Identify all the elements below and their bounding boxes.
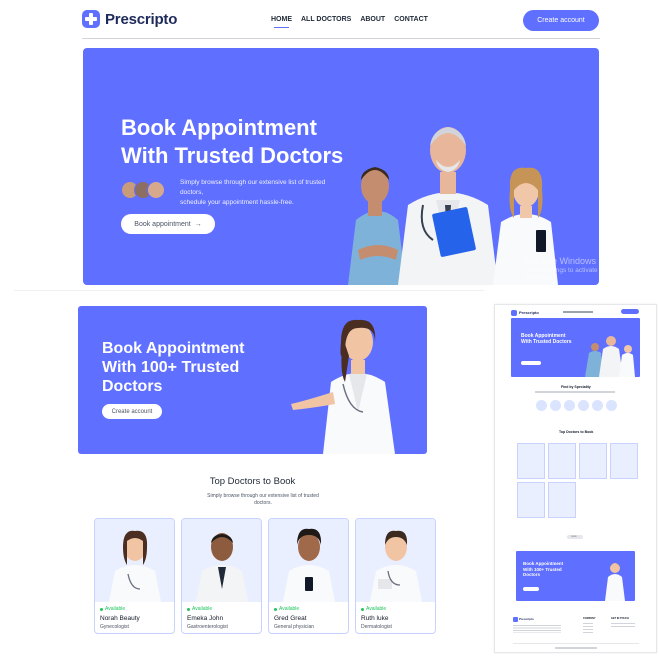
navbar-divider — [82, 38, 600, 39]
doctor-photo — [356, 519, 435, 602]
avatar — [147, 181, 165, 199]
nav-home[interactable]: HOME — [271, 16, 292, 28]
doctor-specialty: Dermatologist — [361, 624, 392, 630]
availability-badge: Available — [187, 606, 256, 612]
hero-subtitle: Simply browse through our extensive list… — [180, 178, 340, 208]
doctor-name: Ruth luke — [361, 615, 389, 622]
mini-banner-button — [523, 587, 539, 591]
doctor-card[interactable]: Available Ruth luke Dermatologist — [355, 518, 436, 634]
doctor-avatar-group — [121, 181, 165, 199]
mini-doctor-card — [548, 443, 576, 479]
mini-specialty-title: Find by Speciality — [561, 385, 591, 389]
mini-footer-contact: GET IN TOUCH — [611, 617, 629, 620]
mini-footer-company: COMPANY — [583, 617, 596, 620]
doctor-specialty: Gynecologist — [100, 624, 129, 630]
doctor-specialty: Gastroenterologist — [187, 624, 228, 630]
arrow-right-icon: → — [194, 220, 202, 228]
nav-contact[interactable]: CONTACT — [394, 16, 428, 23]
specialty-icon — [592, 400, 603, 411]
mini-specialty-list — [536, 400, 617, 411]
hero-subtitle-line1: Simply browse through our extensive list… — [180, 179, 326, 196]
mini-footer-links — [583, 623, 593, 635]
availability-badge: Available — [361, 606, 430, 612]
mini-doctor-card — [548, 482, 576, 518]
top-doctors-title: Top Doctors to Book — [209, 476, 296, 487]
specialty-icon — [578, 400, 589, 411]
doctor-name: Gred Great — [274, 615, 307, 622]
create-account-banner: Book Appointment With 100+ Trusted Docto… — [78, 306, 427, 454]
mini-footer-about — [513, 625, 561, 633]
doctor-card[interactable]: Available Gred Great General physician — [268, 518, 349, 634]
banner-create-account-button[interactable]: Create account — [102, 404, 162, 419]
doctor-photo — [95, 519, 174, 602]
os-watermark-title: Activate Windows — [525, 256, 597, 266]
doctor-card[interactable]: Available Emeka John Gastroenterologist — [181, 518, 262, 634]
mini-specialty-subtitle — [535, 391, 615, 393]
section-divider — [14, 290, 484, 291]
mini-top-doctors-title: Top Doctors to Book — [559, 430, 594, 434]
doctor-name: Emeka John — [187, 615, 224, 622]
mini-hero-button — [521, 361, 541, 365]
os-watermark-subtitle: Go to Settings to activate Windows. — [525, 267, 598, 281]
mini-doctor-card — [517, 482, 545, 518]
status-dot-icon — [187, 607, 190, 611]
doctor-name: Norah Beauty — [100, 615, 140, 622]
mini-doctor-card — [579, 443, 607, 479]
mini-nav-links — [563, 311, 593, 313]
mini-banner-title: Book Appointment With 100+ Trusted Docto… — [523, 561, 564, 577]
specialty-icon — [536, 400, 547, 411]
doctor-photo — [269, 519, 348, 602]
availability-badge: Available — [274, 606, 343, 612]
nav-about[interactable]: ABOUT — [360, 16, 385, 23]
banner-title-line2: With 100+ Trusted Doctors — [102, 359, 240, 395]
book-appointment-label: Book appointment — [134, 220, 191, 228]
banner-doctor-illustration — [291, 319, 395, 454]
availability-badge: Available — [100, 606, 169, 612]
logo-icon — [513, 617, 518, 622]
doctor-specialty: General physician — [274, 624, 315, 630]
availability-label: Available — [279, 606, 300, 612]
mini-footer-divider — [513, 643, 639, 644]
status-dot-icon — [361, 607, 364, 611]
availability-label: Available — [366, 606, 387, 612]
logo-icon — [82, 10, 100, 28]
book-appointment-button[interactable]: Book appointment → — [121, 214, 215, 234]
mini-doctor-card — [610, 443, 638, 479]
mini-more-label: more — [571, 535, 577, 538]
mini-hero-title: Book Appointment With Trusted Doctors — [521, 333, 572, 345]
navbar: Prescripto HOME ALL DOCTORS ABOUT CONTAC… — [82, 8, 600, 38]
doctor-figure — [398, 127, 498, 285]
hero-subtitle-line2: schedule your appointment hassle-free. — [180, 199, 294, 206]
banner-title-line1: Book Appointment — [102, 340, 245, 357]
logo-icon — [511, 310, 517, 316]
brand-name: Prescripto — [105, 10, 178, 28]
mini-brand: Prescripto — [519, 310, 539, 315]
doctor-figure — [348, 167, 406, 285]
nav-links: HOME ALL DOCTORS ABOUT CONTACT — [271, 16, 428, 28]
specialty-icon — [606, 400, 617, 411]
nav-all-doctors[interactable]: ALL DOCTORS — [301, 16, 351, 23]
hero-banner: Book Appointment With Trusted Doctors Si… — [83, 48, 599, 285]
doctor-photo — [182, 519, 261, 602]
create-account-button[interactable]: Create account — [523, 10, 599, 31]
specialty-icon — [550, 400, 561, 411]
mini-doctor-grid — [517, 443, 638, 518]
doctor-card[interactable]: Available Norah Beauty Gynecologist — [94, 518, 175, 634]
specialty-icon — [564, 400, 575, 411]
mini-footer-copyright — [555, 647, 597, 649]
mini-hero-doctors — [585, 336, 635, 377]
status-dot-icon — [274, 607, 277, 611]
availability-label: Available — [192, 606, 213, 612]
full-page-preview: Prescripto Book Appointment With Trusted… — [494, 304, 657, 653]
status-dot-icon — [100, 607, 103, 611]
mini-create-account-button — [621, 309, 639, 314]
top-doctors-subtitle: Simply browse through our extensive list… — [207, 493, 319, 506]
availability-label: Available — [105, 606, 126, 612]
mini-banner-doctor — [605, 563, 625, 601]
mini-footer-contact-info — [611, 623, 635, 629]
banner-title: Book Appointment With 100+ Trusted Docto… — [102, 339, 272, 396]
mini-footer-brand: Prescripto — [519, 617, 534, 621]
mini-doctor-card — [517, 443, 545, 479]
brand-logo[interactable]: Prescripto — [82, 10, 177, 28]
